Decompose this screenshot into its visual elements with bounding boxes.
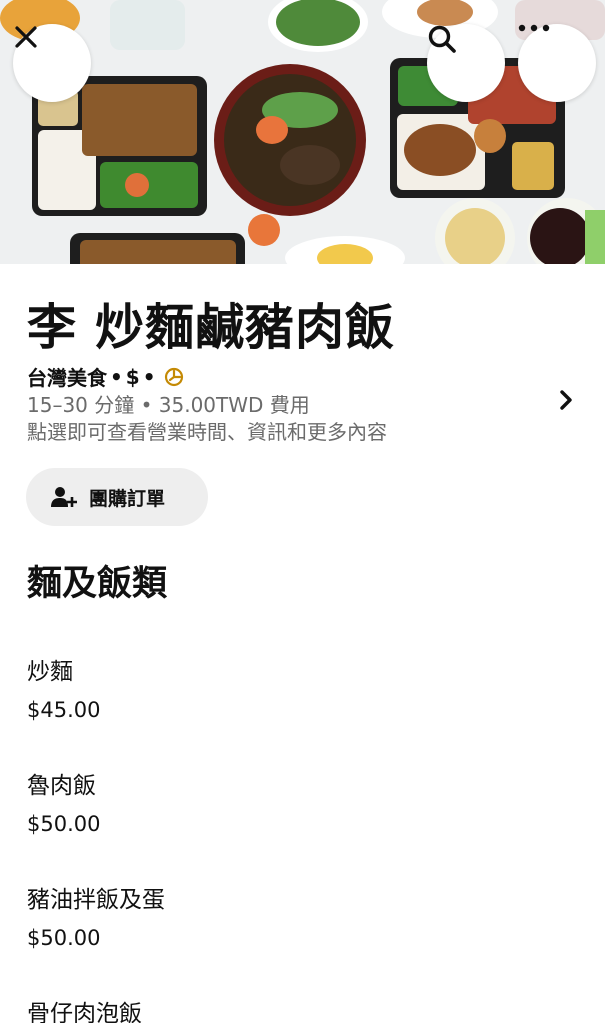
price-level: $ [125, 364, 140, 389]
menu-item-name: 炒麵 [27, 659, 73, 685]
search-icon [428, 25, 456, 53]
close-button[interactable] [13, 24, 91, 102]
store-page: 李 炒麵鹹豬肉飯 台灣美食 • $ • 15–30 分鐘 • 35.00TWD … [0, 0, 605, 1023]
menu-section-title: 麵及飯類 [27, 564, 168, 604]
menu-item-price: $50.00 [27, 812, 101, 836]
menu-item-name: 魯肉飯 [27, 773, 96, 799]
menu-item-price: $45.00 [27, 698, 101, 722]
group-order-button[interactable]: 團購訂單 [26, 468, 208, 526]
menu-item-name: 骨仔肉泡飯 [27, 1001, 142, 1023]
add-person-icon [51, 485, 77, 509]
details-hint[interactable]: 點選即可查看營業時間、資訊和更多內容 [27, 416, 387, 445]
food-photo [0, 0, 605, 264]
store-name: 李 炒麵鹹豬肉飯 [27, 299, 396, 356]
promo-badge-icon [164, 367, 184, 387]
separator: • [110, 364, 123, 389]
delivery-info: 15–30 分鐘 • 35.00TWD 費用 [27, 393, 310, 417]
close-icon [15, 26, 37, 48]
chevron-right-icon [560, 390, 572, 410]
store-details-chevron[interactable] [552, 386, 580, 414]
menu-item-name: 豬油拌飯及蛋 [27, 887, 165, 913]
store-hero-image [0, 0, 605, 264]
group-order-label: 團購訂單 [89, 487, 166, 510]
more-options-button[interactable] [518, 24, 596, 102]
cuisine-label: 台灣美食 [27, 366, 107, 390]
menu-item[interactable]: 魯肉飯 $50.00 [0, 766, 605, 866]
search-button[interactable] [427, 24, 505, 102]
menu-item[interactable]: 炒麵 $45.00 [0, 652, 605, 752]
separator: • [142, 364, 156, 389]
menu-item[interactable]: 豬油拌飯及蛋 $50.00 [0, 880, 605, 980]
more-icon [518, 24, 550, 32]
menu-item[interactable]: 骨仔肉泡飯 [0, 994, 605, 1023]
store-category-row: 台灣美食 • $ • [27, 362, 184, 391]
menu-item-price: $50.00 [27, 926, 101, 950]
